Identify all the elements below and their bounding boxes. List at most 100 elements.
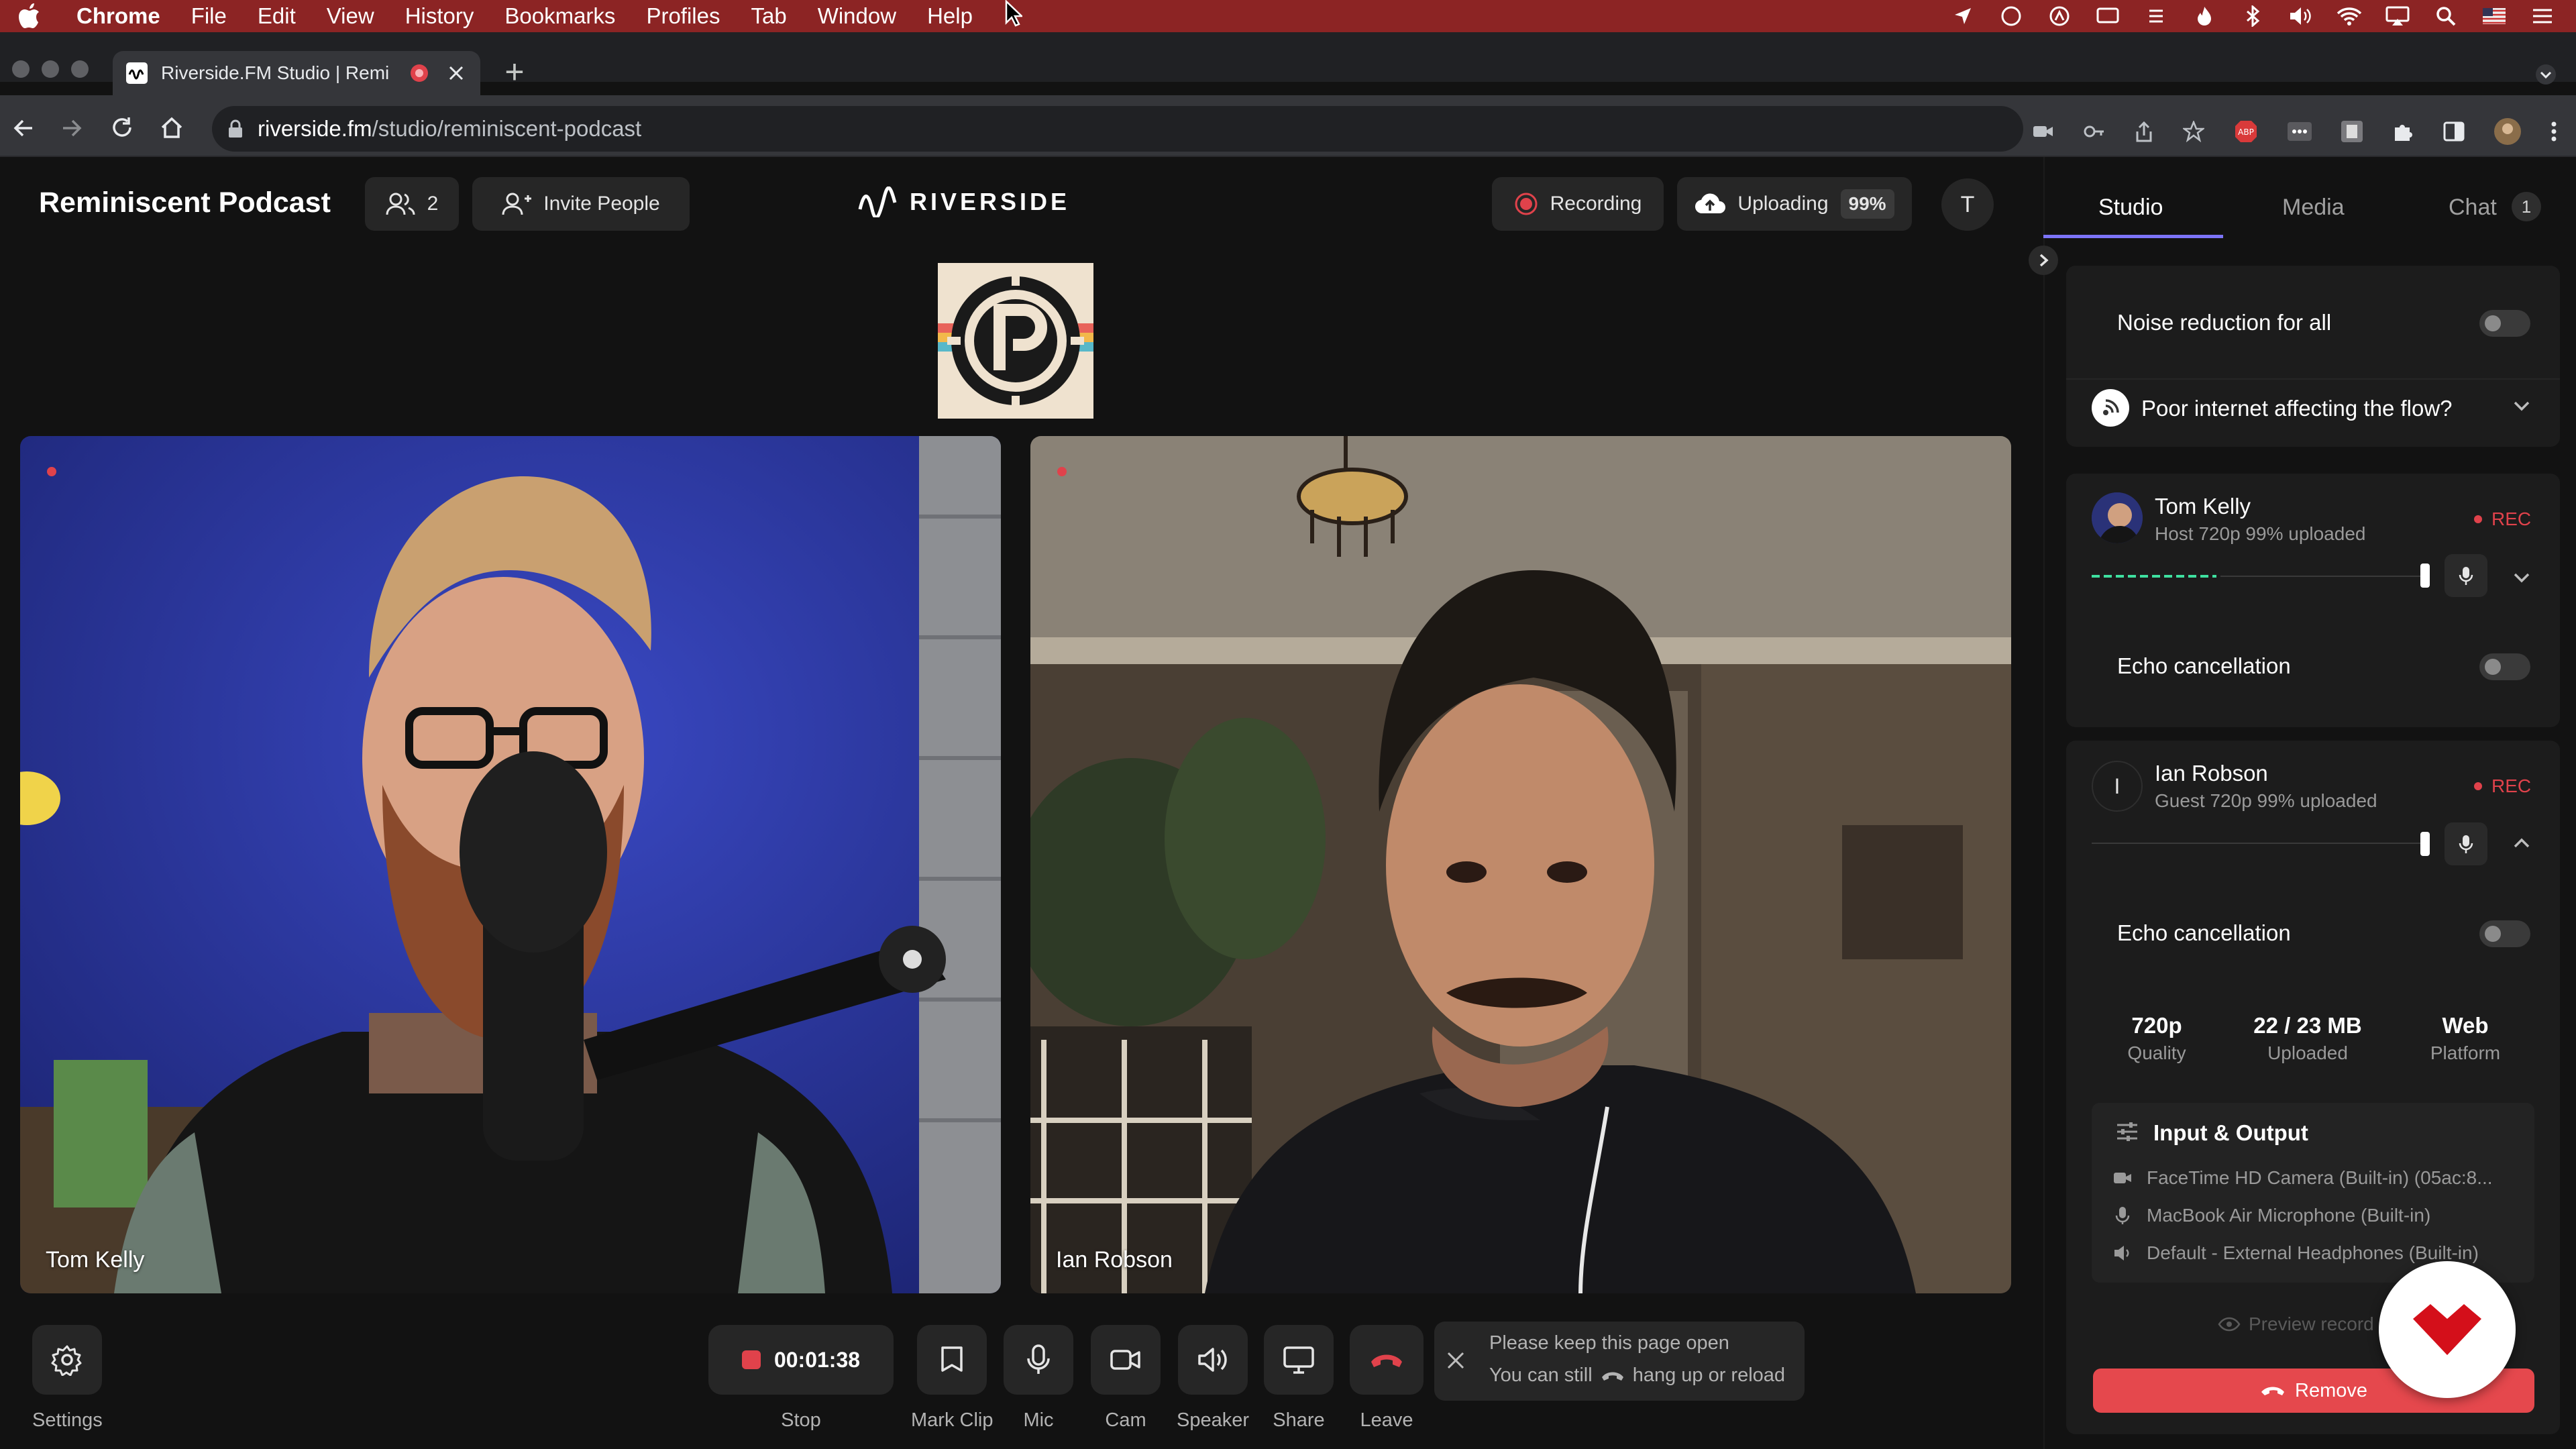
mark-clip-button[interactable] (917, 1325, 987, 1395)
floating-app-badge[interactable] (2379, 1261, 2516, 1398)
forward-arrow-icon[interactable] (60, 117, 83, 140)
settings-control[interactable]: Settings (32, 1325, 103, 1432)
chevron-up-icon[interactable] (2513, 837, 2530, 849)
page-title: Reminiscent Podcast (39, 186, 331, 219)
profile-avatar-icon[interactable] (2494, 118, 2521, 145)
share-screen-button[interactable] (1264, 1325, 1334, 1395)
share-control[interactable]: Share (1264, 1325, 1334, 1432)
leave-control[interactable]: Leave (1350, 1325, 1424, 1432)
camera-permission-icon[interactable] (2033, 122, 2054, 141)
invite-people-button[interactable]: Invite People (472, 177, 690, 231)
mute-mic-button[interactable] (2445, 554, 2487, 597)
tab-studio[interactable]: Studio (2098, 195, 2163, 221)
tab-chat[interactable]: Chat (2449, 195, 2497, 221)
control-center-icon[interactable] (2529, 4, 2556, 28)
mic-control[interactable]: Mic (1004, 1325, 1073, 1432)
menu-help[interactable]: Help (927, 3, 973, 29)
window-minimize-button[interactable] (42, 60, 59, 78)
display-icon[interactable] (2094, 4, 2121, 28)
creative-cloud-icon[interactable] (1998, 4, 2025, 28)
keyboard-flag-icon[interactable] (2481, 4, 2508, 28)
back-arrow-icon[interactable] (12, 117, 35, 140)
menu-bookmarks[interactable]: Bookmarks (504, 3, 615, 29)
menu-tab[interactable]: Tab (751, 3, 786, 29)
echo-cancellation-toggle[interactable] (2479, 920, 2530, 947)
stop-recording-button[interactable]: 00:01:38 (708, 1325, 894, 1395)
tab-media[interactable]: Media (2282, 195, 2345, 221)
volume-slider-handle[interactable] (2420, 832, 2430, 856)
hang-up-icon (1368, 1350, 1405, 1370)
io-microphone[interactable]: MacBook Air Microphone (Built-in) (2113, 1205, 2542, 1226)
noise-reduction-toggle[interactable] (2479, 310, 2530, 337)
wifi-icon[interactable] (2336, 4, 2363, 28)
stop-control[interactable]: 00:01:38 Stop (708, 1325, 894, 1432)
recording-status[interactable]: Recording (1492, 177, 1664, 231)
speaker-control[interactable]: Speaker (1177, 1325, 1249, 1432)
monitor-icon (1283, 1346, 1315, 1374)
poor-internet-label[interactable]: Poor internet affecting the flow? (2141, 396, 2453, 421)
cam-control[interactable]: Cam (1091, 1325, 1161, 1432)
leave-button[interactable] (1350, 1325, 1424, 1395)
io-camera[interactable]: FaceTime HD Camera (Built-in) (05ac:8... (2113, 1167, 2542, 1189)
menu-history[interactable]: History (405, 3, 474, 29)
participant-meta: Guest 720p 99% uploaded (2155, 790, 2377, 811)
chevron-down-icon[interactable] (2513, 572, 2530, 584)
key-icon[interactable] (2084, 122, 2105, 141)
browser-tab-active[interactable]: Riverside.FM Studio | Remi (113, 51, 480, 95)
chevron-right-icon (2037, 253, 2049, 268)
menu-view[interactable]: View (327, 3, 374, 29)
reload-icon[interactable] (110, 115, 134, 140)
home-icon[interactable] (160, 115, 184, 140)
hang-up-small-icon (1601, 1369, 1625, 1383)
io-speaker[interactable]: Default - External Headphones (Built-in) (2113, 1242, 2542, 1264)
lock-icon[interactable] (228, 119, 243, 138)
new-tab-button[interactable]: + (498, 55, 531, 90)
location-icon[interactable] (1949, 4, 1976, 28)
video-tile-tom-kelly[interactable]: Tom Kelly (20, 436, 1001, 1293)
video-tile-ian-robson[interactable]: Ian Robson (1030, 436, 2011, 1293)
cam-button[interactable] (1091, 1325, 1161, 1395)
bluetooth-icon[interactable] (2239, 4, 2266, 28)
adblock-extension-icon[interactable]: ABP (2234, 119, 2258, 144)
password-extension-icon[interactable] (2288, 122, 2312, 141)
bolt-icon[interactable] (2143, 4, 2169, 28)
menu-window[interactable]: Window (818, 3, 896, 29)
address-bar[interactable]: riverside.fm/studio/reminiscent-podcast (212, 106, 2023, 152)
menu-file[interactable]: File (191, 3, 227, 29)
volume-slider-handle[interactable] (2420, 564, 2430, 588)
settings-button[interactable] (32, 1325, 103, 1395)
echo-cancellation-toggle[interactable] (2479, 653, 2530, 680)
flame-icon[interactable] (2191, 4, 2218, 28)
chevron-down-icon[interactable] (2513, 400, 2530, 412)
dismiss-notice-close-icon[interactable] (1446, 1351, 1465, 1370)
speaker-button[interactable] (1178, 1325, 1248, 1395)
window-zoom-button[interactable] (71, 60, 89, 78)
mark-clip-control[interactable]: Mark Clip (911, 1325, 993, 1432)
menu-profiles[interactable]: Profiles (646, 3, 720, 29)
volume-icon[interactable] (2288, 4, 2314, 28)
io-speaker-label: Default - External Headphones (Built-in) (2147, 1242, 2479, 1263)
apple-icon[interactable] (19, 3, 44, 29)
app-status-icon[interactable] (2046, 4, 2073, 28)
collapse-panel-button[interactable] (2029, 246, 2058, 275)
mic-button[interactable] (1004, 1325, 1073, 1395)
extensions-puzzle-icon[interactable] (2392, 121, 2414, 142)
page-extension-icon[interactable] (2341, 121, 2363, 142)
menu-app-chrome[interactable]: Chrome (76, 3, 160, 29)
participants-button[interactable]: 2 (365, 177, 459, 231)
bookmark-star-icon[interactable] (2183, 121, 2204, 142)
share-icon[interactable] (2135, 121, 2153, 142)
side-panel-icon[interactable] (2443, 121, 2465, 142)
airplay-icon[interactable] (2384, 4, 2411, 28)
user-avatar[interactable]: T (1941, 178, 1994, 231)
participant-avatar: I (2092, 761, 2143, 812)
menu-edit[interactable]: Edit (258, 3, 296, 29)
tab-close-icon[interactable] (448, 65, 464, 81)
chrome-menu-icon[interactable] (2551, 121, 2557, 142)
tab-recording-icon (409, 63, 429, 83)
spotlight-search-icon[interactable] (2432, 4, 2459, 28)
uploading-status[interactable]: Uploading 99% (1677, 177, 1912, 231)
mute-mic-button[interactable] (2445, 822, 2487, 865)
window-close-button[interactable] (12, 60, 30, 78)
tab-search-chevron-icon[interactable] (2536, 64, 2556, 85)
